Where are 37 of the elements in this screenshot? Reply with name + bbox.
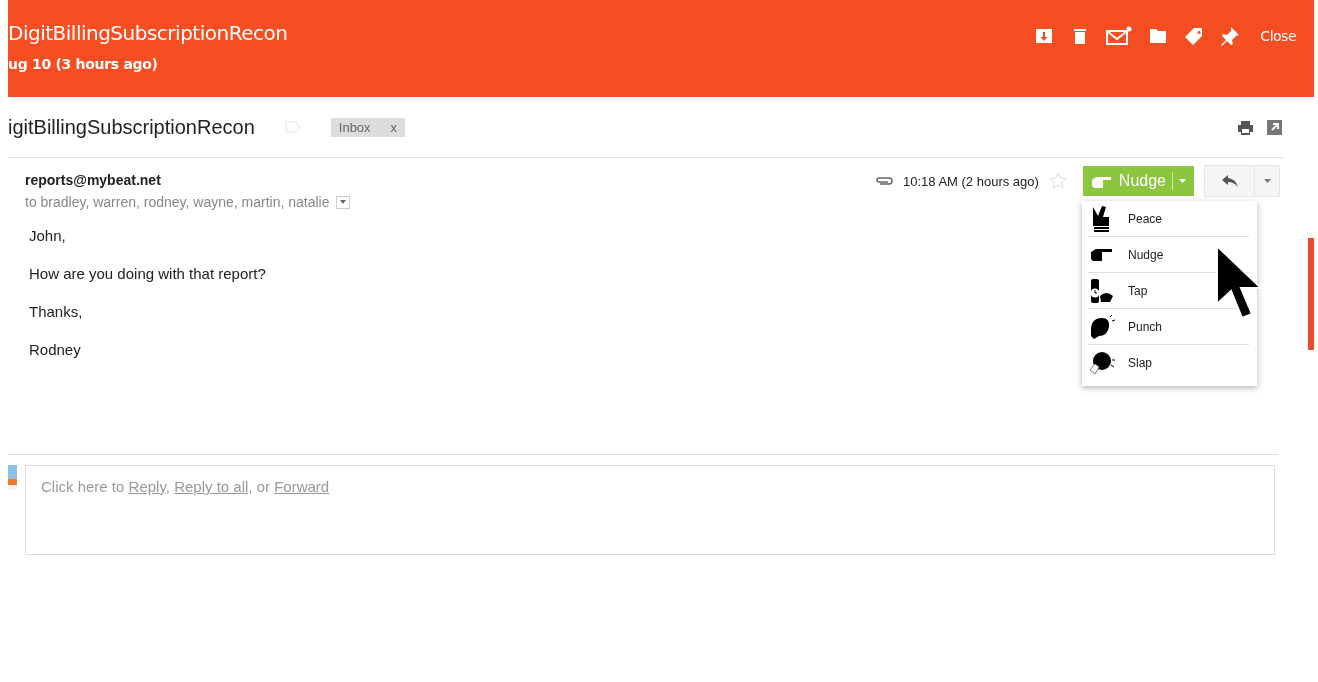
subject-title: igitBillingSubscriptionRecon <box>8 115 255 139</box>
pin-icon[interactable] <box>1220 26 1241 46</box>
reply-link[interactable]: Forward <box>274 478 330 495</box>
avatar-icon <box>8 465 17 490</box>
message-time: 10:18 AM (2 hours ago) <box>903 173 1039 189</box>
fist-icon <box>1088 313 1116 340</box>
body-text: How are you doing with that report? <box>29 264 267 283</box>
details-dropdown[interactable] <box>335 195 350 209</box>
archive-icon[interactable] <box>1034 26 1055 46</box>
folder-icon[interactable] <box>1148 26 1169 46</box>
reply-link[interactable]: Reply <box>128 478 166 495</box>
reply-box[interactable]: Click here to Reply, Reply to all, or Forward <box>25 465 1275 555</box>
recipients-text: to bradley, warren, rodney, wayne, martin, natalie <box>25 194 330 210</box>
body-text: John, <box>29 226 67 245</box>
remove-label-button[interactable]: x <box>390 119 398 135</box>
slap-hand-icon <box>1088 349 1116 376</box>
caret-icon <box>1263 179 1271 183</box>
caret-icon <box>339 200 346 204</box>
label-text: Inbox <box>338 119 371 135</box>
menu-item[interactable]: Peace <box>1088 201 1249 237</box>
new-window-icon[interactable] <box>1266 118 1283 136</box>
close-button[interactable]: Close <box>1260 28 1296 44</box>
menu-item[interactable]: Slap <box>1088 345 1249 380</box>
caret-icon <box>1179 179 1186 183</box>
body-text: Rodney <box>29 340 82 359</box>
mail-icon[interactable] <box>1106 26 1133 46</box>
header-date: ug 10 (3 hours ago) <box>8 56 159 72</box>
reply-arrow-icon <box>1221 175 1238 187</box>
reply-prompt: Click here to Reply, Reply to all, or Forward <box>41 478 330 495</box>
header-title: DigitBillingSubscriptionRecon <box>8 20 288 46</box>
watch-hand-icon <box>1088 277 1116 304</box>
body-text: Thanks, <box>29 302 84 321</box>
print-icon[interactable] <box>1237 118 1254 136</box>
tag-icon[interactable] <box>1184 26 1205 46</box>
paperclip-icon <box>875 176 893 186</box>
star-icon[interactable] <box>1048 172 1067 190</box>
sender-email: reports@mybeat.net <box>25 172 162 188</box>
